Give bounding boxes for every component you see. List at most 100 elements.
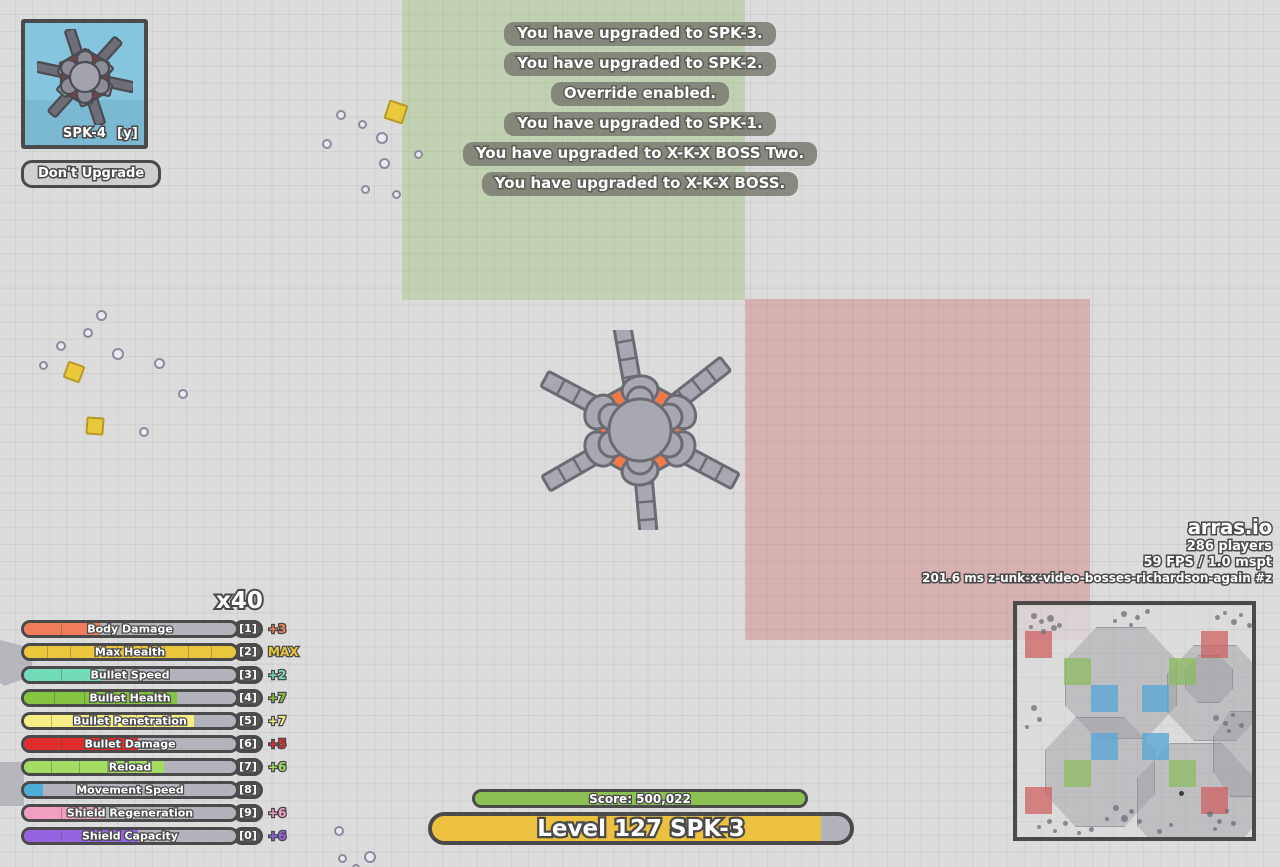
minimap-entity-dot bbox=[1239, 723, 1244, 728]
minimap-entity-dot bbox=[1039, 619, 1044, 624]
level-label: Level 127 SPK-3 bbox=[535, 815, 747, 842]
minimap-entity-dot bbox=[1113, 805, 1119, 811]
stat-row[interactable]: Bullet Penetration [5] +7 bbox=[21, 709, 301, 732]
minimap-base-green bbox=[1169, 760, 1196, 787]
stat-bar[interactable]: Max Health bbox=[21, 642, 239, 661]
stat-row[interactable]: Bullet Health [4] +7 bbox=[21, 686, 301, 709]
minimap-entity-dot bbox=[1227, 729, 1231, 733]
server-title: arras.io bbox=[1186, 513, 1274, 540]
minimap-entity-dot bbox=[1053, 829, 1057, 833]
stat-bar[interactable]: Bullet Damage bbox=[21, 734, 239, 753]
minimap-entity-dot bbox=[1057, 623, 1062, 628]
stat-bar[interactable]: Shield Capacity bbox=[21, 826, 239, 845]
player-count-label: 286 players bbox=[1185, 538, 1273, 556]
minimap-player-marker bbox=[1179, 791, 1184, 796]
stat-available-points: +6 bbox=[267, 827, 288, 844]
minimap-entity-dot bbox=[1025, 725, 1029, 729]
stat-available-points: +2 bbox=[267, 666, 288, 683]
stat-available-points: MAX bbox=[267, 643, 300, 660]
minimap-entity-dot bbox=[1077, 831, 1081, 835]
team-zone-red bbox=[745, 299, 1090, 640]
minimap-base-blue bbox=[1142, 685, 1169, 712]
notification-message: You have upgraded to X-K-X BOSS Two. bbox=[462, 142, 818, 166]
minimap-entity-dot bbox=[1037, 717, 1042, 722]
minimap-entity-dot bbox=[1225, 809, 1229, 813]
stat-name-label: Max Health bbox=[94, 645, 167, 658]
minimap-base-blue bbox=[1091, 685, 1118, 712]
stat-upgrade-panel[interactable]: Body Damage [1] +3 Max Health [2] MAX Bullet S… bbox=[21, 617, 301, 847]
minimap-entity-dot bbox=[1041, 629, 1046, 634]
stat-name-label: Reload bbox=[107, 760, 152, 773]
stat-bar[interactable]: Movement Speed bbox=[21, 780, 239, 799]
stat-bar[interactable]: Bullet Speed bbox=[21, 665, 239, 684]
room-label: 201.6 ms z-unk-x-video-bosses-richardson… bbox=[921, 570, 1274, 587]
minimap-entity-dot bbox=[1231, 619, 1237, 625]
minimap[interactable] bbox=[1013, 601, 1256, 841]
stat-row[interactable]: Movement Speed [8] bbox=[21, 778, 301, 801]
stat-available-points: +7 bbox=[267, 712, 288, 729]
minimap-base-blue bbox=[1091, 733, 1118, 760]
minimap-entity-dot bbox=[1129, 809, 1134, 814]
minimap-entity-dot bbox=[1135, 615, 1140, 620]
stat-name-label: Bullet Speed bbox=[89, 668, 171, 681]
minimap-entity-dot bbox=[1031, 613, 1037, 619]
notification-message: You have upgraded to SPK-3. bbox=[504, 22, 776, 46]
stat-available-points: +6 bbox=[267, 758, 288, 775]
world-shape-circle bbox=[112, 348, 124, 360]
stat-row[interactable]: Bullet Speed [3] +2 bbox=[21, 663, 301, 686]
notification-message: Override enabled. bbox=[550, 82, 730, 106]
notification-message: You have upgraded to X-K-X BOSS. bbox=[481, 172, 799, 196]
game-canvas[interactable]: SPK-4 [y] Don't Upgrade You have upgrade… bbox=[0, 0, 1280, 867]
minimap-entity-dot bbox=[1223, 611, 1227, 615]
stat-row[interactable]: Shield Regeneration [9] +6 bbox=[21, 801, 301, 824]
minimap-entity-dot bbox=[1247, 623, 1252, 628]
minimap-base-red bbox=[1201, 787, 1228, 814]
minimap-base-red bbox=[1025, 631, 1052, 658]
world-shape-circle bbox=[39, 361, 48, 370]
score-label: Score: 500,022 bbox=[588, 791, 692, 806]
minimap-entity-dot bbox=[1231, 713, 1235, 717]
minimap-entity-dot bbox=[1145, 609, 1150, 614]
stat-row[interactable]: Max Health [2] MAX bbox=[21, 640, 301, 663]
stat-bar[interactable]: Bullet Health bbox=[21, 688, 239, 707]
minimap-entity-dot bbox=[1157, 829, 1162, 834]
level-bar: Level 127 SPK-3 bbox=[428, 812, 854, 845]
stat-row[interactable]: Reload [7] +6 bbox=[21, 755, 301, 778]
minimap-entity-dot bbox=[1137, 819, 1142, 824]
stat-bar[interactable]: Shield Regeneration bbox=[21, 803, 239, 822]
stat-name-label: Body Damage bbox=[86, 622, 174, 635]
minimap-entity-dot bbox=[1029, 625, 1033, 629]
minimap-entity-dot bbox=[1215, 615, 1220, 620]
notification-list: You have upgraded to SPK-3. You have upgr… bbox=[0, 22, 1280, 196]
player-tank bbox=[520, 320, 760, 540]
minimap-entity-dot bbox=[1217, 819, 1222, 824]
minimap-entity-dot bbox=[1207, 811, 1213, 817]
notification-message: You have upgraded to SPK-2. bbox=[504, 52, 776, 76]
stat-row[interactable]: Bullet Damage [6] +5 bbox=[21, 732, 301, 755]
minimap-entity-dot bbox=[1047, 819, 1052, 824]
stat-row[interactable]: Body Damage [1] +3 bbox=[21, 617, 301, 640]
notification-message: You have upgraded to SPK-1. bbox=[504, 112, 776, 136]
minimap-entity-dot bbox=[1121, 815, 1128, 822]
minimap-entity-dot bbox=[1037, 825, 1041, 829]
minimap-entity-dot bbox=[1223, 721, 1228, 726]
stat-available-points: +6 bbox=[267, 804, 288, 821]
minimap-entity-dot bbox=[1129, 623, 1133, 627]
stat-name-label: Movement Speed bbox=[75, 783, 185, 796]
world-shape-circle bbox=[338, 854, 347, 863]
stat-name-label: Bullet Penetration bbox=[72, 714, 188, 727]
stat-bar[interactable]: Body Damage bbox=[21, 619, 239, 638]
upgrade-multiplier: x40 bbox=[214, 586, 265, 616]
minimap-entity-dot bbox=[1231, 821, 1236, 826]
minimap-entity-dot bbox=[1089, 827, 1094, 832]
stat-bar[interactable]: Bullet Penetration bbox=[21, 711, 239, 730]
minimap-entity-dot bbox=[1213, 715, 1219, 721]
stat-bar[interactable]: Reload bbox=[21, 757, 239, 776]
minimap-entity-dot bbox=[1047, 615, 1054, 622]
world-shape-circle bbox=[364, 851, 376, 863]
stat-available-points: +7 bbox=[267, 689, 288, 706]
minimap-base-green bbox=[1064, 658, 1091, 685]
stat-row[interactable]: Shield Capacity [0] +6 bbox=[21, 824, 301, 847]
minimap-base-red bbox=[1201, 631, 1228, 658]
minimap-entity-dot bbox=[1239, 613, 1243, 617]
